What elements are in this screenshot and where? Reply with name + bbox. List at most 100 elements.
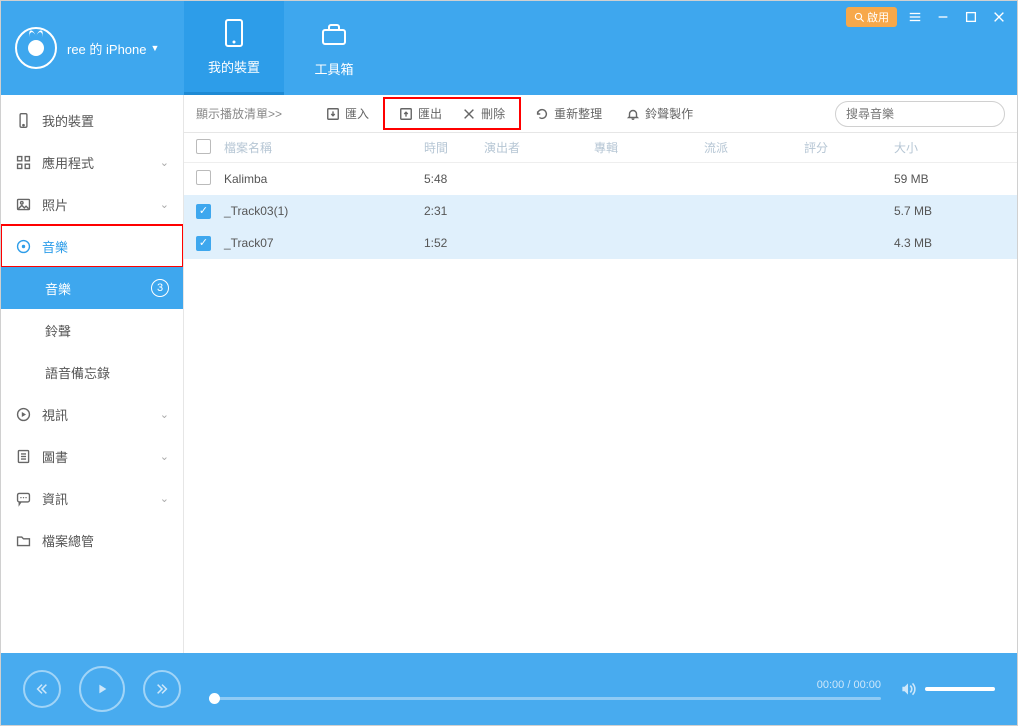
tab-my-device[interactable]: 我的裝置 xyxy=(184,1,284,95)
play-button[interactable] xyxy=(79,666,125,712)
minimize-button[interactable] xyxy=(933,7,953,27)
time-display: 00:00 / 00:00 xyxy=(209,679,881,691)
tab-label: 工具箱 xyxy=(314,59,353,78)
next-icon xyxy=(155,682,169,696)
export-delete-group: 匯出 刪除 xyxy=(383,97,521,130)
export-button[interactable]: 匯出 xyxy=(389,101,452,126)
sidebar-label: 檔案總管 xyxy=(42,531,94,550)
next-button[interactable] xyxy=(143,670,181,708)
prev-button[interactable] xyxy=(23,670,61,708)
sidebar-sub-label: 語音備忘錄 xyxy=(45,363,110,382)
cell-size: 59 MB xyxy=(894,172,964,186)
apps-icon xyxy=(15,154,32,171)
delete-icon xyxy=(462,107,476,121)
chevron-down-icon: ⌄ xyxy=(160,198,169,211)
app-window: ree 的 iPhone ▼ 我的裝置 工具箱 啟用 xyxy=(0,0,1018,726)
table-row[interactable]: Kalimba5:4859 MB xyxy=(184,163,1017,195)
video-icon xyxy=(15,406,32,423)
volume-control xyxy=(899,680,995,698)
chevron-down-icon: ⌄ xyxy=(160,450,169,463)
delete-button[interactable]: 刪除 xyxy=(452,101,515,126)
close-icon xyxy=(992,10,1006,24)
sidebar-item-info[interactable]: 資訊 ⌄ xyxy=(1,477,183,519)
refresh-button[interactable]: 重新整理 xyxy=(525,101,612,126)
sidebar-label: 照片 xyxy=(42,195,68,214)
col-size[interactable]: 大小 xyxy=(894,139,964,156)
select-all-checkbox[interactable] xyxy=(196,139,211,154)
progress-knob[interactable] xyxy=(209,693,220,704)
bell-icon xyxy=(626,107,640,121)
refresh-icon xyxy=(535,107,549,121)
book-icon xyxy=(15,448,32,465)
menu-icon xyxy=(908,10,922,24)
sidebar-item-apps[interactable]: 應用程式 ⌄ xyxy=(1,141,183,183)
export-icon xyxy=(399,107,413,121)
menu-button[interactable] xyxy=(905,7,925,27)
sidebar-item-music[interactable]: 音樂 xyxy=(1,225,183,267)
table-body: Kalimba5:4859 MB_Track03(1)2:315.7 MB_Tr… xyxy=(184,163,1017,259)
cell-time: 1:52 xyxy=(424,236,484,250)
chevron-down-icon: ⌄ xyxy=(160,156,169,169)
volume-icon[interactable] xyxy=(899,680,917,698)
chevron-down-icon: ⌄ xyxy=(160,492,169,505)
chat-icon xyxy=(15,490,32,507)
device-icon xyxy=(15,112,32,129)
ringtone-button[interactable]: 鈴聲製作 xyxy=(616,101,703,126)
device-selector[interactable]: ree 的 iPhone ▼ xyxy=(67,39,159,58)
cell-name: _Track07 xyxy=(224,236,424,250)
sidebar-sub-label: 音樂 xyxy=(45,279,71,298)
sidebar-item-books[interactable]: 圖書 ⌄ xyxy=(1,435,183,477)
sidebar-label: 圖書 xyxy=(42,447,68,466)
sidebar-sub-label: 鈴聲 xyxy=(45,321,71,340)
sidebar-sub-music[interactable]: 音樂 3 xyxy=(1,267,183,309)
close-button[interactable] xyxy=(989,7,1009,27)
minimize-icon xyxy=(936,10,950,24)
col-name[interactable]: 檔案名稱 xyxy=(224,139,424,156)
sidebar-label: 應用程式 xyxy=(42,153,94,172)
enable-badge[interactable]: 啟用 xyxy=(846,7,897,27)
sidebar-sub-voice[interactable]: 語音備忘錄 xyxy=(1,351,183,393)
playlist-link[interactable]: 顯示播放清單>> xyxy=(196,105,282,122)
sidebar-item-video[interactable]: 視訊 ⌄ xyxy=(1,393,183,435)
tablet-icon xyxy=(218,17,250,49)
tab-label: 我的裝置 xyxy=(208,57,260,76)
table-header: 檔案名稱 時間 演出者 專輯 流派 評分 大小 xyxy=(184,133,1017,163)
toolbox-icon xyxy=(318,19,350,51)
row-checkbox[interactable] xyxy=(196,236,211,251)
col-time[interactable]: 時間 xyxy=(424,139,484,156)
col-album[interactable]: 專輯 xyxy=(594,139,704,156)
header: ree 的 iPhone ▼ 我的裝置 工具箱 啟用 xyxy=(1,1,1017,95)
main: 顯示播放清單>> 匯入 匯出 刪除 重 xyxy=(184,95,1017,653)
search-input[interactable] xyxy=(846,107,1001,121)
maximize-button[interactable] xyxy=(961,7,981,27)
table-row[interactable]: _Track03(1)2:315.7 MB xyxy=(184,195,1017,227)
tab-toolbox[interactable]: 工具箱 xyxy=(284,1,384,95)
sidebar-label: 音樂 xyxy=(42,237,68,256)
col-rating[interactable]: 評分 xyxy=(804,139,894,156)
sidebar-item-device[interactable]: 我的裝置 xyxy=(1,99,183,141)
col-artist[interactable]: 演出者 xyxy=(484,139,594,156)
window-controls: 啟用 xyxy=(846,7,1009,27)
volume-slider[interactable] xyxy=(925,687,995,691)
import-button[interactable]: 匯入 xyxy=(316,101,379,126)
prev-icon xyxy=(35,682,49,696)
sidebar-sub-ringtone[interactable]: 鈴聲 xyxy=(1,309,183,351)
search-box[interactable] xyxy=(835,101,1005,127)
app-logo-icon xyxy=(15,27,57,69)
col-genre[interactable]: 流派 xyxy=(704,139,804,156)
sidebar-item-photos[interactable]: 照片 ⌄ xyxy=(1,183,183,225)
row-checkbox[interactable] xyxy=(196,204,211,219)
sidebar-item-files[interactable]: 檔案總管 xyxy=(1,519,183,561)
row-checkbox[interactable] xyxy=(196,170,211,185)
cell-size: 4.3 MB xyxy=(894,236,964,250)
toolbar: 顯示播放清單>> 匯入 匯出 刪除 重 xyxy=(184,95,1017,133)
body: 我的裝置 應用程式 ⌄ 照片 ⌄ 音樂 音樂 3 鈴聲 xyxy=(1,95,1017,653)
chevron-down-icon: ⌄ xyxy=(160,408,169,421)
progress-bar[interactable] xyxy=(209,697,881,700)
table-row[interactable]: _Track071:52 4.3 MB xyxy=(184,227,1017,259)
search-icon xyxy=(854,12,865,23)
progress-area: 00:00 / 00:00 xyxy=(209,679,881,700)
sidebar-label: 視訊 xyxy=(42,405,68,424)
sidebar: 我的裝置 應用程式 ⌄ 照片 ⌄ 音樂 音樂 3 鈴聲 xyxy=(1,95,184,653)
import-icon xyxy=(326,107,340,121)
